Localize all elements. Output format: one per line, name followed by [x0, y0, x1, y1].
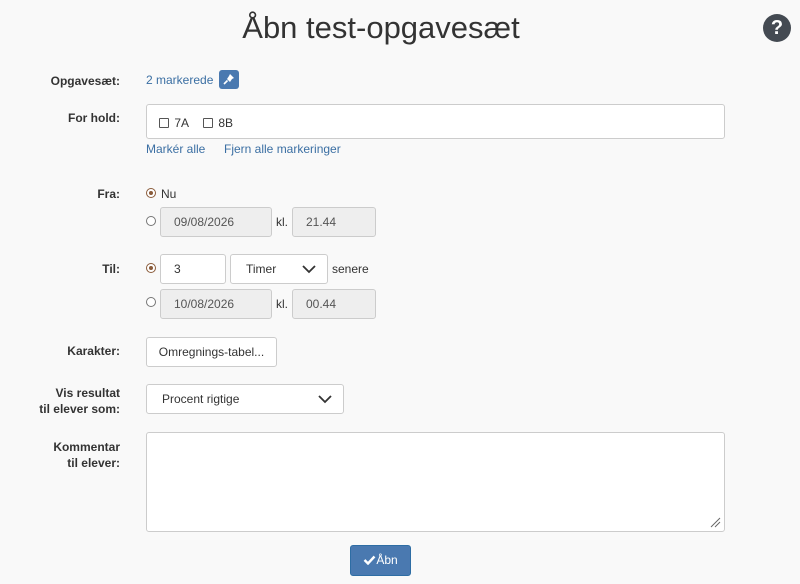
selected-sets-link[interactable]: 2 markerede [146, 73, 213, 87]
vis-label: Vis resultat til elever som: [39, 385, 120, 417]
til-amount-input[interactable]: 3 [160, 254, 226, 284]
hold-label: For hold: [68, 111, 120, 125]
fra-label: Fra: [97, 187, 120, 201]
til-unit-value: Timer [246, 262, 277, 276]
select-all-link[interactable]: Markér alle [146, 142, 205, 156]
til-date-input[interactable]: 10/08/2026 [160, 289, 272, 319]
hold-checkbox-7a[interactable] [159, 118, 169, 128]
fra-date-radio[interactable] [146, 216, 156, 226]
vis-result-select[interactable]: Procent rigtige [146, 384, 344, 414]
kommentar-label-line2: til elever: [67, 456, 120, 470]
check-icon [363, 555, 376, 566]
hold-option-8b[interactable]: 8B [203, 116, 233, 130]
til-kl-label: kl. [276, 297, 288, 311]
kommentar-label: Kommentar til elever: [53, 439, 120, 471]
til-after-label: senere [332, 262, 369, 276]
hold-checkbox-group: 7A 8B [146, 104, 725, 139]
karakter-label: Karakter: [67, 344, 120, 358]
opgavesaet-label: Opgavesæt: [50, 74, 120, 88]
open-button[interactable]: Åbn [350, 545, 411, 576]
fra-now-radio[interactable] [146, 188, 156, 198]
til-time-input[interactable]: 00.44 [292, 289, 376, 319]
fra-time-input[interactable]: 21.44 [292, 207, 376, 237]
help-icon[interactable]: ? [763, 14, 791, 42]
page-title: Åbn test-opgavesæt [242, 10, 520, 45]
fra-date-input[interactable]: 09/08/2026 [160, 207, 272, 237]
vis-label-line2: til elever som: [39, 402, 120, 416]
hold-option-7a[interactable]: 7A [159, 116, 189, 130]
vis-result-value: Procent rigtige [162, 392, 240, 406]
hold-option-label: 8B [218, 116, 234, 130]
open-button-label: Åbn [376, 553, 398, 567]
vis-label-line1: Vis resultat [55, 386, 120, 400]
pin-icon[interactable] [219, 70, 239, 89]
resize-handle-icon[interactable] [709, 516, 721, 528]
til-date-radio[interactable] [146, 297, 156, 307]
fra-kl-label: kl. [276, 215, 288, 229]
til-unit-select[interactable]: Timer [230, 254, 328, 284]
fra-now-label: Nu [161, 187, 177, 201]
hold-option-label: 7A [174, 116, 190, 130]
til-relative-radio[interactable] [146, 263, 156, 273]
til-label: Til: [102, 262, 120, 276]
conversion-table-button[interactable]: Omregnings-tabel... [146, 337, 277, 367]
clear-all-link[interactable]: Fjern alle markeringer [224, 142, 341, 156]
chevron-down-icon [302, 265, 316, 274]
comment-textarea[interactable] [146, 432, 725, 532]
chevron-down-icon [318, 395, 332, 404]
hold-checkbox-8b[interactable] [203, 118, 213, 128]
kommentar-label-line1: Kommentar [53, 440, 120, 454]
